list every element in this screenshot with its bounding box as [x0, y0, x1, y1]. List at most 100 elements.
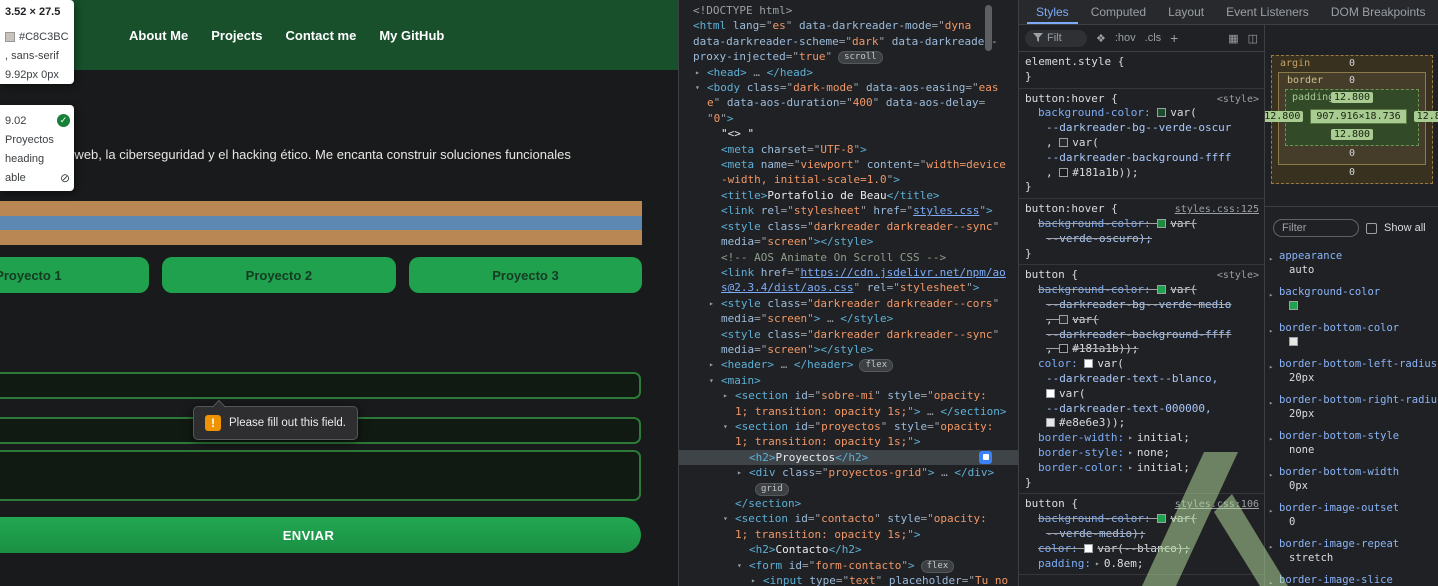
- expand-arrow-icon[interactable]: ▸: [1269, 252, 1273, 263]
- element-tree-row[interactable]: <style class="darkreader darkreader--syn…: [679, 219, 1018, 234]
- project-card[interactable]: Proyecto 1: [0, 257, 149, 293]
- scroll-badge-icon[interactable]: scroll: [838, 51, 883, 65]
- color-swatch[interactable]: [1157, 514, 1167, 524]
- color-swatch[interactable]: [1059, 137, 1069, 147]
- shorthand-expand-icon[interactable]: ▸: [1128, 433, 1133, 442]
- shorthand-expand-icon[interactable]: ▸: [1095, 559, 1100, 568]
- expand-arrow-icon[interactable]: ▾: [695, 80, 707, 95]
- computed-property[interactable]: ▸ background-color: [1265, 283, 1438, 316]
- computed-property[interactable]: ▸ appearance auto: [1265, 247, 1438, 280]
- computed-property[interactable]: ▸ border-bottom-width 0px: [1265, 463, 1438, 496]
- tab-computed[interactable]: Computed: [1082, 0, 1155, 24]
- element-tree-row[interactable]: ▸ <section id="sobre-mi" style="opacity:: [679, 388, 1018, 403]
- expand-arrow-icon[interactable]: ▸: [1269, 576, 1273, 586]
- box-model-content[interactable]: 907.916×18.736: [1310, 109, 1407, 124]
- color-swatch[interactable]: [1084, 359, 1094, 369]
- expand-arrow-icon[interactable]: ▾: [723, 511, 735, 526]
- tab-layout[interactable]: Layout: [1159, 0, 1213, 24]
- shorthand-expand-icon[interactable]: ▸: [1128, 448, 1133, 457]
- computed-property[interactable]: ▸border-image-slice100%: [1265, 571, 1438, 586]
- element-tree-row[interactable]: <!-- AOS Animate On Scroll CSS -->: [679, 250, 1018, 265]
- css-declaration[interactable]: --darkreader-text--blanco,: [1019, 372, 1264, 387]
- computed-property[interactable]: ▸ border-bottom-style none: [1265, 427, 1438, 460]
- box-model-margin[interactable]: argin 0 border 0 padding 12.800 12.800 9…: [1265, 55, 1438, 184]
- element-tree-row[interactable]: ▾ <section id="contacto" style="opacity:: [679, 511, 1018, 526]
- css-declaration[interactable]: padding: ▸ 0.8em;: [1019, 557, 1264, 572]
- expand-arrow-icon[interactable]: ▸: [751, 573, 763, 586]
- tab-event-listeners[interactable]: Event Listeners: [1217, 0, 1318, 24]
- element-tree-row[interactable]: ▾ <section id="proyectos" style="opacity:: [679, 419, 1018, 434]
- element-tree-row[interactable]: <h2>Contacto</h2>: [679, 542, 1018, 557]
- element-tree-row[interactable]: 1; transition: opacity 1s;">: [679, 434, 1018, 449]
- rule-selector[interactable]: button:hover: [1025, 202, 1104, 215]
- rule-source-link[interactable]: styles.css:106: [1175, 498, 1259, 513]
- element-tree-row[interactable]: <link href="https://cdn.jsdelivr.net/npm…: [679, 265, 1018, 280]
- element-tree-row[interactable]: ▸ <header> … </header> flex: [679, 357, 1018, 373]
- expand-arrow-icon[interactable]: ▸: [737, 465, 749, 480]
- rule-selector[interactable]: button: [1025, 497, 1065, 510]
- element-tree-row[interactable]: grid: [679, 481, 1018, 496]
- css-declaration[interactable]: border-color: ▸ initial;: [1019, 461, 1264, 476]
- element-tree-row[interactable]: <meta name="viewport" content="width=dev…: [679, 157, 1018, 172]
- flex-badge-icon[interactable]: flex: [920, 559, 955, 573]
- css-declaration[interactable]: --darkreader-background-ffff: [1019, 328, 1264, 343]
- element-tree-row[interactable]: <link rel="stylesheet" href="styles.css"…: [679, 203, 1018, 218]
- css-declaration[interactable]: background-color: var(: [1019, 283, 1264, 298]
- computed-property[interactable]: ▸ border-bottom-left-radius 20px: [1265, 355, 1438, 388]
- element-tree-row[interactable]: "<> ": [679, 126, 1018, 141]
- flex-badge-icon[interactable]: flex: [859, 359, 894, 373]
- elements-scrollbar[interactable]: [985, 5, 992, 51]
- project-card[interactable]: Proyecto 3: [408, 257, 642, 293]
- contact-message-textarea[interactable]: [0, 450, 641, 501]
- css-declaration[interactable]: --darkreader-bg--verde-medio: [1019, 298, 1264, 313]
- css-declaration[interactable]: --verde-oscuro);: [1019, 232, 1264, 247]
- element-tree-row[interactable]: -width, initial-scale=1.0">: [679, 172, 1018, 187]
- computed-filter-input[interactable]: Filter: [1273, 219, 1359, 237]
- color-swatch[interactable]: [1084, 543, 1094, 553]
- grid-overlay-icon[interactable]: ▦: [1228, 32, 1238, 45]
- element-tree-row[interactable]: ▸ <div class="proyectos-grid"> … </div>: [679, 465, 1018, 480]
- nav-link[interactable]: My GitHub: [379, 28, 444, 43]
- element-tree-row[interactable]: "0">: [679, 111, 1018, 126]
- css-declaration[interactable]: color: var(--blanco);: [1019, 542, 1264, 557]
- computed-property[interactable]: ▸ border-bottom-color: [1265, 319, 1438, 352]
- computed-property[interactable]: ▸ border-image-outset 0: [1265, 499, 1438, 532]
- selected-element-badge-icon[interactable]: [979, 450, 992, 464]
- computed-property[interactable]: ▸ border-image-repeat stretch: [1265, 535, 1438, 568]
- css-declaration[interactable]: --verde-medio);: [1019, 527, 1264, 542]
- element-tree-row[interactable]: ▸ <input type="text" placeholder="Tu no: [679, 573, 1018, 586]
- element-tree-row[interactable]: media="screen"></style>: [679, 234, 1018, 249]
- element-tree-row[interactable]: ▾ <form id="form-contacto"> flex: [679, 558, 1018, 573]
- color-swatch[interactable]: [1059, 314, 1069, 324]
- expand-arrow-icon[interactable]: ▸: [723, 388, 735, 403]
- element-tree-row[interactable]: ▸ <style class="darkreader darkreader--co…: [679, 296, 1018, 311]
- expand-arrow-icon[interactable]: ▸: [1269, 288, 1273, 299]
- element-tree-row[interactable]: 1; transition: opacity 1s;"> … </section…: [679, 404, 1018, 419]
- nav-link[interactable]: About Me: [129, 28, 188, 43]
- rule-selector[interactable]: element.style: [1025, 55, 1111, 68]
- color-swatch[interactable]: [1157, 218, 1167, 228]
- rule-selector[interactable]: button: [1025, 268, 1065, 281]
- expand-arrow-icon[interactable]: ▸: [709, 296, 721, 311]
- css-declaration[interactable]: color: var(: [1019, 357, 1264, 372]
- color-swatch[interactable]: [1157, 285, 1167, 295]
- expand-arrow-icon[interactable]: ▸: [695, 65, 707, 80]
- expand-arrow-icon[interactable]: ▾: [709, 373, 721, 388]
- element-tree-row[interactable]: ▸ <head> … </head>: [679, 65, 1018, 80]
- css-declaration[interactable]: , var(: [1019, 313, 1264, 328]
- element-tree-row[interactable]: 1; transition: opacity 1s;">: [679, 527, 1018, 542]
- element-tree-row[interactable]: <meta charset="UTF-8">: [679, 142, 1018, 157]
- expand-arrow-icon[interactable]: ▸: [1269, 360, 1273, 371]
- element-tree-row[interactable]: </section>: [679, 496, 1018, 511]
- box-model-border[interactable]: border 0 padding 12.800 0 12.800 90: [1265, 72, 1438, 165]
- element-tree-row[interactable]: <style class="darkreader darkreader--syn…: [679, 327, 1018, 342]
- element-tree-row[interactable]: media="screen"> … </style>: [679, 311, 1018, 326]
- class-toggle[interactable]: .cls: [1145, 32, 1162, 44]
- css-declaration[interactable]: , #181a1b));: [1019, 166, 1264, 181]
- css-declaration[interactable]: --darkreader-text-000000,: [1019, 402, 1264, 417]
- styles-filter-input[interactable]: Filt: [1025, 29, 1087, 47]
- box-model-padding[interactable]: padding 12.800 0 12.800 907.916×18.736 1…: [1265, 89, 1438, 146]
- pseudo-state-toggle[interactable]: :hov: [1115, 32, 1136, 44]
- expand-arrow-icon[interactable]: ▸: [709, 357, 721, 372]
- element-tree-row[interactable]: <!DOCTYPE html>: [679, 3, 1018, 18]
